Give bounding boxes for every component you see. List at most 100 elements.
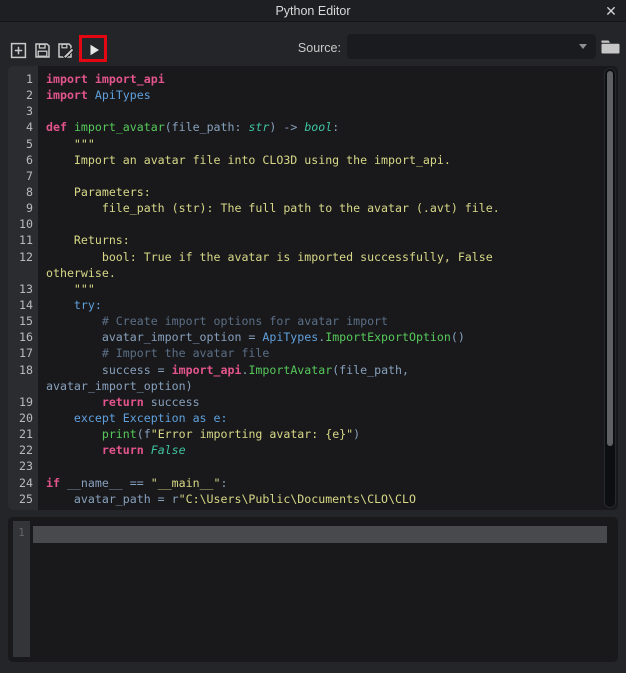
line-number: 19 (19, 394, 33, 409)
line-number: 21 (19, 427, 33, 442)
code-row: 1 import import_api (8, 71, 602, 87)
code-row: 11 Returns: (8, 232, 602, 248)
code-row: 5 """ (8, 136, 602, 152)
line-number: 7 (26, 168, 33, 183)
code-line-text: """ (46, 281, 95, 296)
line-number: 24 (19, 475, 33, 490)
chevron-down-icon (579, 44, 587, 49)
code-line-text: except Exception as e: (46, 410, 228, 425)
code-row: 3 (8, 103, 602, 119)
code-row: 16 avatar_import_option = ApiTypes.Impor… (8, 329, 602, 345)
code-line-text: Parameters: (46, 184, 151, 199)
line-number: 15 (19, 314, 33, 329)
line-number: 18 (19, 362, 33, 377)
line-number: 1 (26, 72, 33, 86)
code-row: 8 Parameters: (8, 184, 602, 200)
line-number: 22 (19, 443, 33, 458)
folder-icon (600, 38, 621, 55)
toolbar: Source: (0, 23, 626, 65)
code-line-text: return False (101, 443, 186, 458)
code-line-text: otherwise. (46, 265, 116, 280)
code-row: otherwise. (8, 265, 602, 281)
code-row: 10 (8, 216, 602, 232)
code-line-text: import import_api (46, 72, 165, 86)
code-row: 25 avatar_path = r"C:\Users\Public\Docum… (8, 491, 602, 507)
line-number: 3 (26, 104, 33, 119)
line-number: 2 (26, 88, 33, 103)
line-number: 20 (19, 410, 33, 425)
run-button[interactable] (83, 39, 105, 61)
code-line-text: def import_avatar(file_path: str) -> boo… (46, 120, 340, 135)
code-line-text: avatar_path = r"C:\Users\Public\Document… (46, 491, 416, 506)
editor-scrollbar-thumb[interactable] (607, 71, 613, 446)
code-line-text: avatar_import_option) (46, 378, 193, 393)
code-line-text: if __name__ == "__main__": (46, 475, 228, 490)
code-row: 21 print(f"Error importing avatar: {e}") (8, 426, 602, 442)
code-line-text: # Import the avatar file (46, 346, 270, 361)
code-row: 6 Import an avatar file into CLO3D using… (8, 152, 602, 168)
plus-square-icon (10, 42, 27, 59)
code-line-text: file_path (str): The full path to the av… (46, 201, 500, 216)
open-file-button[interactable] (599, 36, 621, 56)
code-line-text: print(f"Error importing avatar: {e}") (101, 427, 361, 442)
code-line-text: bool: True if the avatar is imported suc… (46, 249, 493, 264)
console-active-line-highlight (33, 526, 607, 543)
code-editor[interactable]: 1 import import_api 2 import ApiTypes 3 4 def … (8, 66, 618, 510)
line-number: 4 (26, 120, 33, 135)
source-dropdown[interactable] (347, 34, 596, 59)
python-editor-window: { "window": { "title": "Python Editor", … (0, 0, 626, 673)
code-row: 12 bool: True if the avatar is imported … (8, 249, 602, 265)
code-line-text: Returns: (46, 233, 130, 248)
code-line-text: import ApiTypes (46, 88, 151, 103)
close-icon[interactable]: ✕ (601, 1, 621, 21)
code-row: 19 return success (8, 394, 602, 410)
code-row: 2 import ApiTypes (8, 87, 602, 103)
code-row: 9 file_path (str): The full path to the … (8, 200, 602, 216)
code-row: 22 return False (8, 442, 602, 458)
code-line-text: success = import_api.ImportAvatar(file_p… (46, 362, 409, 377)
code-row: 23 (8, 458, 602, 474)
title-bar: Python Editor ✕ (0, 0, 626, 22)
line-number: 6 (26, 152, 33, 167)
window-title: Python Editor (275, 3, 351, 18)
line-number: 10 (19, 217, 33, 232)
code-line-text: Import an avatar file into CLO3D using t… (46, 152, 451, 167)
code-rows[interactable]: 1 import import_api 2 import ApiTypes 3 4 def … (8, 66, 602, 510)
line-number (8, 265, 38, 281)
save-button[interactable] (31, 39, 53, 61)
code-line-text: # Create import options for avatar impor… (46, 314, 389, 329)
code-row: 7 (8, 168, 602, 184)
code-row: 4 def import_avatar(file_path: str) -> bo… (8, 119, 602, 135)
code-row: 24 if __name__ == "__main__": (8, 475, 602, 491)
line-number (8, 378, 38, 394)
line-number: 11 (19, 233, 33, 248)
line-number: 17 (19, 346, 33, 361)
code-row: 14 try: (8, 297, 602, 313)
code-line-text: return success (101, 394, 200, 409)
line-number: 13 (19, 281, 33, 296)
code-row: 13 """ (8, 281, 602, 297)
play-icon (87, 43, 101, 57)
code-line-text: avatar_import_option = ApiTypes.ImportEx… (46, 330, 465, 345)
save-icon (34, 42, 51, 59)
editor-scrollbar[interactable] (604, 68, 616, 508)
save-as-button[interactable] (55, 39, 77, 61)
line-number: 8 (26, 184, 33, 199)
code-row: 20 except Exception as e: (8, 410, 602, 426)
source-label: Source: (297, 41, 341, 55)
new-script-button[interactable] (7, 39, 29, 61)
line-number: 5 (26, 136, 33, 151)
code-row: 15 # Create import options for avatar im… (8, 313, 602, 329)
line-number: 12 (19, 249, 33, 264)
code-row: avatar_import_option) (8, 378, 602, 394)
line-number: 23 (19, 459, 33, 474)
save-as-icon (57, 42, 75, 59)
output-console[interactable]: 1 (8, 517, 618, 662)
line-number: 9 (26, 201, 33, 216)
code-line-text: try: (46, 297, 102, 312)
console-line-number: 1 (13, 521, 30, 657)
